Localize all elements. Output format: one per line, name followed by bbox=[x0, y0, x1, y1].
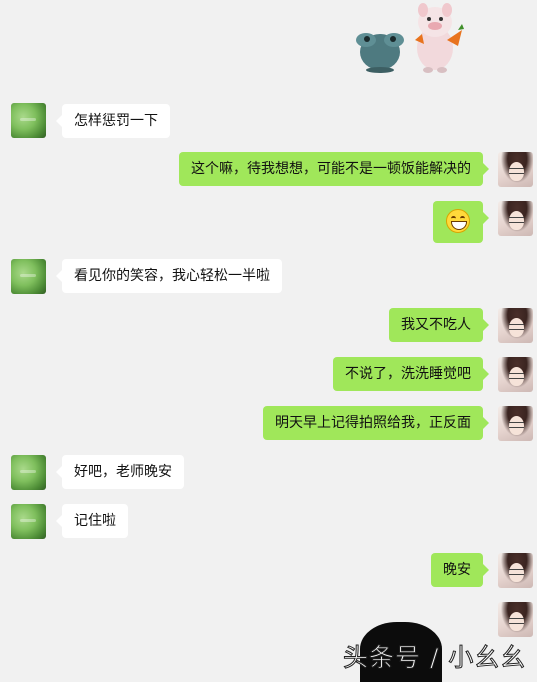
outgoing-message-bubble[interactable]: 我又不吃人 bbox=[389, 308, 489, 342]
outgoing-message-bubble[interactable]: 不说了，洗洗睡觉吧 bbox=[333, 357, 489, 391]
self-avatar[interactable] bbox=[498, 357, 533, 392]
outgoing-emoji-bubble[interactable] bbox=[433, 201, 489, 243]
chat-conversation: 怎样惩罚一下 这个嘛，待我想想，可能不是一顿饭能解决的 看见你的笑容，我心轻松一… bbox=[0, 0, 537, 682]
frog-sticker-icon bbox=[356, 33, 404, 73]
self-avatar[interactable] bbox=[498, 308, 533, 343]
self-avatar[interactable] bbox=[498, 553, 533, 588]
incoming-message-bubble[interactable]: 看见你的笑容，我心轻松一半啦 bbox=[56, 259, 282, 293]
incoming-message-bubble[interactable]: 好吧，老师晚安 bbox=[56, 455, 184, 489]
self-avatar[interactable] bbox=[498, 152, 533, 187]
watermark-text: 头条号 / 小幺幺 bbox=[342, 643, 527, 673]
pig-sticker-icon bbox=[415, 3, 464, 73]
frog-and-pig-sticker[interactable] bbox=[350, 0, 470, 80]
outgoing-message-bubble[interactable]: 这个嘛，待我想想，可能不是一顿饭能解决的 bbox=[179, 152, 489, 186]
peer-avatar[interactable] bbox=[11, 259, 46, 294]
outgoing-message-bubble[interactable]: 晚安 bbox=[431, 553, 489, 587]
peer-avatar[interactable] bbox=[11, 103, 46, 138]
self-avatar[interactable] bbox=[498, 602, 533, 637]
peer-avatar[interactable] bbox=[11, 455, 46, 490]
incoming-message-bubble[interactable]: 记住啦 bbox=[56, 504, 128, 538]
peer-avatar[interactable] bbox=[11, 504, 46, 539]
incoming-message-bubble[interactable]: 怎样惩罚一下 bbox=[56, 104, 170, 138]
outgoing-message-bubble[interactable]: 明天早上记得拍照给我，正反面 bbox=[263, 406, 489, 440]
grinning-face-icon bbox=[446, 208, 470, 233]
self-avatar[interactable] bbox=[498, 201, 533, 236]
self-avatar[interactable] bbox=[498, 406, 533, 441]
